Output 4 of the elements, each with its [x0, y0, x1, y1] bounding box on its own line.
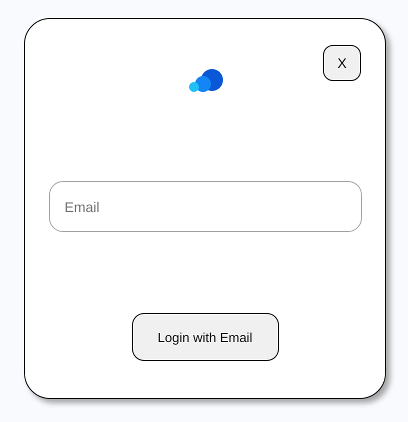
login-button[interactable]: Login with Email — [132, 313, 278, 361]
cloud-logo-icon — [188, 68, 224, 92]
close-button[interactable]: X — [323, 45, 361, 81]
email-field[interactable]: Email — [48, 181, 362, 232]
